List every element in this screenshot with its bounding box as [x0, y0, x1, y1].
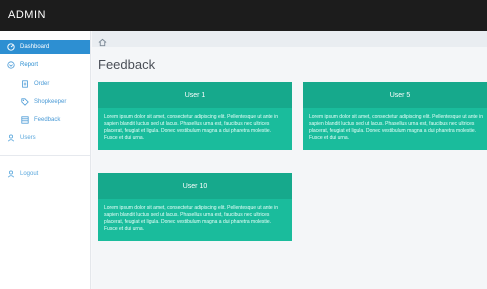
- sidebar-item-order[interactable]: Order: [0, 77, 90, 91]
- main-content: Feedback User 1 Lorem ipsum dolor sit am…: [92, 31, 487, 289]
- sidebar-divider: [0, 155, 90, 156]
- card-text: Lorem ipsum dolor sit amet, consectetur …: [104, 114, 278, 141]
- order-icon: [20, 79, 30, 89]
- feedback-card: User 5 Lorem ipsum dolor sit amet, conse…: [303, 82, 487, 150]
- sidebar-item-shopkeeper[interactable]: Shopkeeper: [0, 95, 90, 109]
- dashboard-icon: [6, 42, 16, 52]
- report-icon: [6, 60, 16, 70]
- logout-icon: [6, 169, 16, 179]
- sidebar-item-label: Feedback: [34, 117, 61, 123]
- card-text: Lorem ipsum dolor sit amet, consectetur …: [104, 205, 278, 232]
- feedback-card: User 10 Lorem ipsum dolor sit amet, cons…: [98, 173, 292, 241]
- card-header: User 10: [98, 173, 292, 199]
- sidebar-item-dashboard[interactable]: Dashboard: [0, 40, 90, 54]
- home-icon[interactable]: [98, 34, 107, 52]
- sidebar-item-label: Report: [20, 62, 39, 68]
- feedback-icon: [20, 115, 30, 125]
- brand-title: ADMIN: [8, 9, 46, 21]
- tag-icon: [20, 97, 30, 107]
- sidebar-item-users[interactable]: Users: [0, 131, 90, 145]
- sidebar-item-report[interactable]: Report: [0, 58, 90, 72]
- sidebar-item-logout[interactable]: Logout: [0, 167, 90, 181]
- card-header: User 1: [98, 82, 292, 108]
- feedback-card: User 1 Lorem ipsum dolor sit amet, conse…: [98, 82, 292, 150]
- top-bar: ADMIN: [0, 0, 487, 31]
- page-title: Feedback: [98, 57, 156, 72]
- sidebar-item-label: Dashboard: [20, 44, 50, 50]
- breadcrumb: [92, 31, 487, 47]
- card-text: Lorem ipsum dolor sit amet, consectetur …: [309, 114, 483, 141]
- card-header: User 5: [303, 82, 487, 108]
- user-icon: [6, 133, 16, 143]
- sidebar-item-feedback[interactable]: Feedback: [0, 113, 90, 127]
- sidebar-item-label: Users: [20, 135, 36, 141]
- sidebar-item-label: Order: [34, 81, 50, 87]
- sidebar-item-label: Logout: [20, 171, 39, 177]
- sidebar: Dashboard Report Order Shopkeeper Feedba…: [0, 31, 91, 289]
- sidebar-item-label: Shopkeeper: [34, 99, 67, 105]
